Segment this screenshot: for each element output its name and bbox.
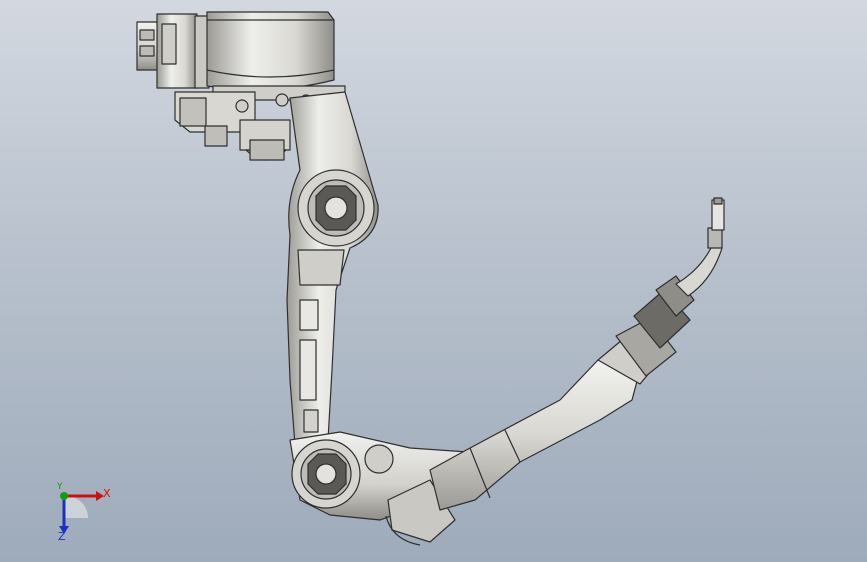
orientation-triad[interactable]: X Y Z <box>48 478 118 548</box>
robot-arm-model[interactable] <box>0 0 867 562</box>
y-axis-label: Y <box>57 482 63 492</box>
robot-forearm[interactable] <box>429 317 677 511</box>
robot-wrist-torch[interactable] <box>633 197 725 349</box>
cad-graphics-viewport[interactable]: X Y Z <box>0 0 867 562</box>
robot-upper-arm[interactable] <box>286 91 379 446</box>
z-axis-label: Z <box>58 530 66 543</box>
x-axis-label: X <box>103 487 111 500</box>
